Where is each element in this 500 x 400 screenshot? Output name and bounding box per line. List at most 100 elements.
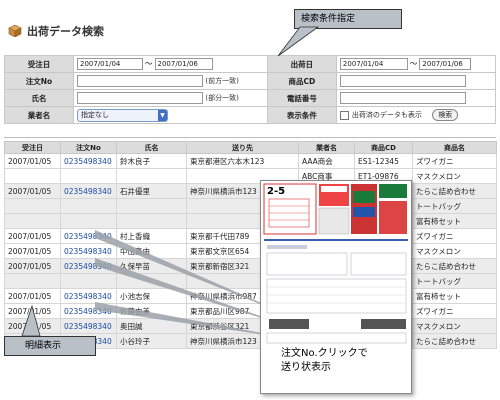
table-cell: ズワイガニ	[412, 228, 497, 244]
table-cell: 中山真由	[116, 243, 187, 259]
table-cell	[4, 168, 61, 184]
name-hint: (部分一致)	[205, 94, 239, 102]
table-cell: 小谷玲子	[116, 333, 187, 349]
table-row: 2007/01/05 0235498340 村上香織 東京都千代田789 ズワイガニ	[4, 228, 497, 244]
order-no-link[interactable]: 0235498340	[60, 303, 117, 319]
table-cell: AAA商会	[298, 153, 355, 169]
divider	[4, 137, 496, 138]
ship-date-range: 2007/01/04 ～ 2007/01/06	[73, 55, 268, 73]
vendor-select[interactable]: 指定なし ▼	[77, 108, 168, 122]
table-cell	[116, 168, 187, 184]
table-cell: ズワイガニ	[412, 303, 497, 319]
slip-caption: 注文No.クリックで 送り状表示	[281, 347, 368, 375]
column-header: 商品名	[412, 141, 497, 154]
ship-date-label: 受注日	[4, 55, 74, 73]
table-cell: 2007/01/05	[4, 183, 61, 199]
order-no-link[interactable]: 0235498340	[60, 243, 117, 259]
slip-caption-line: 送り状表示	[281, 362, 331, 373]
table-cell: マスクメロン	[412, 243, 497, 259]
delivery-date-from-input[interactable]: 2007/01/04	[339, 58, 408, 70]
order-no-hint: (前方一致)	[205, 77, 239, 85]
table-cell: 2007/01/05	[4, 318, 61, 334]
table-row: 2007/01/05 0235498340 佐藤由美 東京都品川区987 ズワイガニ	[4, 303, 497, 319]
chevron-down-icon: ▼	[158, 109, 167, 121]
shipped-data-checkbox-label: 出荷済のデータも表示	[351, 111, 422, 119]
column-header: 受注日	[4, 141, 61, 154]
table-cell: 鈴木良子	[116, 153, 187, 169]
product-cd-input[interactable]	[339, 75, 466, 87]
order-no-link[interactable]: 0235498340	[60, 228, 117, 244]
order-no-link[interactable]: 0235498340	[60, 258, 117, 274]
page-title: 出荷データ検索	[27, 25, 104, 38]
range-separator: ～	[145, 59, 153, 68]
table-cell: 2007/01/05	[4, 288, 61, 304]
phone-input[interactable]	[339, 92, 466, 104]
name-label: 氏名	[4, 89, 74, 107]
table-cell: マスクメロン	[412, 318, 497, 334]
order-no-input[interactable]	[77, 75, 203, 87]
search-button[interactable]: 検索	[432, 109, 459, 121]
name-input[interactable]	[77, 92, 203, 104]
search-form: 受注日 2007/01/04 ～ 2007/01/06 出荷日 2007/01/04…	[4, 55, 497, 124]
table-cell: 東京都港区六本木123	[186, 153, 299, 169]
order-no-link[interactable]: 0235498340	[60, 183, 117, 199]
results-table: 受注日 注文No 氏名 送り先 業者名 商品CD 商品名 2007/01/05 0…	[4, 141, 497, 349]
column-header: 送り先	[186, 141, 299, 154]
table-cell: 奥田誠	[116, 318, 187, 334]
ship-date-from-input[interactable]: 2007/01/04	[77, 58, 143, 70]
page-header: 出荷データ検索	[8, 22, 104, 40]
display-condition-label: 表示条件	[266, 106, 337, 124]
table-cell: 村上香織	[116, 228, 187, 244]
table-row: 2007/01/05 0235498340 鈴木良子 東京都港区六本木123 AAA商会…	[4, 153, 497, 169]
search-conditions-callout: 検索条件指定	[294, 9, 402, 29]
table-cell: トートバッグ	[412, 198, 497, 214]
shipped-data-checkbox[interactable]	[339, 110, 349, 120]
table-cell: 久保早苗	[116, 258, 187, 274]
table-cell: 2007/01/05	[4, 243, 61, 259]
table-cell: 2007/01/05	[4, 303, 61, 319]
table-cell: 富有柿セット	[412, 288, 497, 304]
ship-date-to-input[interactable]: 2007/01/06	[154, 58, 213, 70]
column-header: 氏名	[116, 141, 187, 154]
package-icon	[8, 25, 22, 37]
table-cell: 石井優里	[116, 183, 187, 199]
table-cell: たらこ詰め合わせ	[412, 258, 497, 274]
table-cell: たらこ詰め合わせ	[412, 333, 497, 349]
order-no-link[interactable]: 0235498340	[60, 288, 117, 304]
order-no-link[interactable]: 0235498340	[60, 153, 117, 169]
product-cd-label: 商品CD	[266, 72, 337, 90]
order-no-link	[60, 168, 117, 184]
table-cell	[4, 273, 61, 289]
delivery-date-range: 2007/01/04 ～ 2007/01/06	[335, 55, 497, 73]
table-cell: ズワイガニ	[412, 153, 497, 169]
order-no-label: 注文No	[4, 72, 74, 90]
table-cell	[116, 213, 187, 229]
delivery-date-to-input[interactable]: 2007/01/06	[419, 58, 472, 70]
table-row: トートバッグ	[4, 198, 497, 214]
shipping-slip-popup: 2-5 注文No.クリックで 送り状表示	[260, 180, 412, 394]
callout-pointer	[277, 26, 320, 57]
table-cell: 2007/01/05	[4, 228, 61, 244]
table-row: 2007/01/05 0235498340 石井優里 神奈川県横浜市123 たらこ詰め合…	[4, 183, 497, 199]
vendor-label: 業者名	[4, 106, 74, 124]
table-cell	[4, 213, 61, 229]
column-header: 注文No	[60, 141, 117, 154]
phone-label: 電話番号	[266, 89, 337, 107]
order-no-link	[60, 273, 117, 289]
table-cell: ES1-12345	[354, 153, 413, 169]
slip-caption-line: 注文No.クリックで	[281, 348, 368, 359]
order-no-link	[60, 213, 117, 229]
table-row: 2007/01/05 0235498340 久保早苗 東京都新宿区321 たらこ詰め合わ…	[4, 258, 497, 274]
table-cell: 小池志保	[116, 288, 187, 304]
table-cell	[116, 273, 187, 289]
table-cell: たらこ詰め合わせ	[412, 183, 497, 199]
table-row: 2007/01/05 0235498340 小池志保 神奈川県横浜市987 富有柿セット	[4, 288, 497, 304]
order-no-link	[60, 198, 117, 214]
order-no-link[interactable]: 0235498340	[60, 318, 117, 334]
delivery-date-label: 出荷日	[266, 55, 337, 73]
results-header-row: 受注日 注文No 氏名 送り先 業者名 商品CD 商品名	[4, 141, 497, 154]
detail-display-callout: 明細表示	[4, 336, 96, 356]
table-row: 富有柿セット	[4, 213, 497, 229]
vendor-select-value: 指定なし	[81, 110, 109, 119]
table-cell: 2007/01/05	[4, 153, 61, 169]
